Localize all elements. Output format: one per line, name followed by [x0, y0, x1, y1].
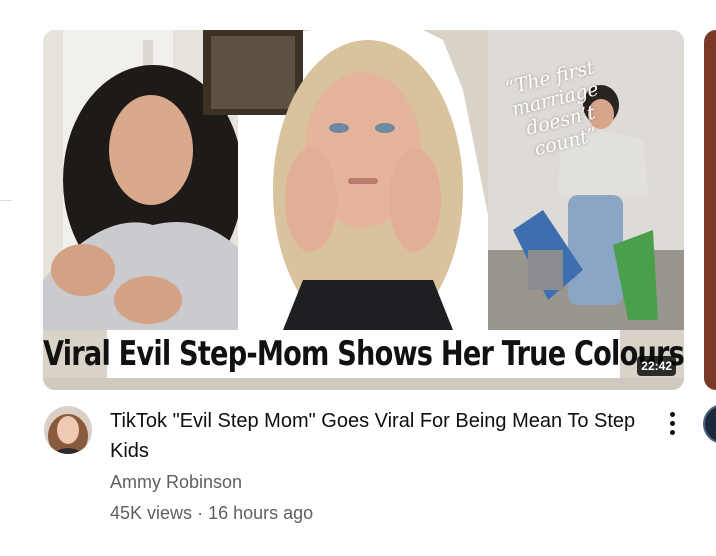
next-video-thumbnail[interactable] [704, 30, 716, 390]
channel-avatar[interactable] [44, 406, 92, 454]
next-channel-avatar[interactable] [703, 404, 716, 444]
upload-age: 16 hours ago [208, 503, 314, 523]
thumbnail-headline: Viral Evil Step-Mom Shows Her True Colou… [43, 330, 684, 378]
divider [0, 200, 12, 201]
channel-name[interactable]: Ammy Robinson [110, 472, 242, 493]
more-vert-icon[interactable] [660, 408, 684, 438]
video-thumbnail[interactable]: “The first marriage doesn’t count” Viral… [43, 30, 684, 390]
video-title[interactable]: TikTok "Evil Step Mom" Goes Viral For Be… [110, 406, 650, 466]
meta-separator: · [197, 503, 204, 523]
view-count: 45K views [110, 503, 193, 523]
duration-badge: 22:42 [637, 356, 676, 376]
video-meta: 45K views · 16 hours ago [110, 503, 313, 524]
